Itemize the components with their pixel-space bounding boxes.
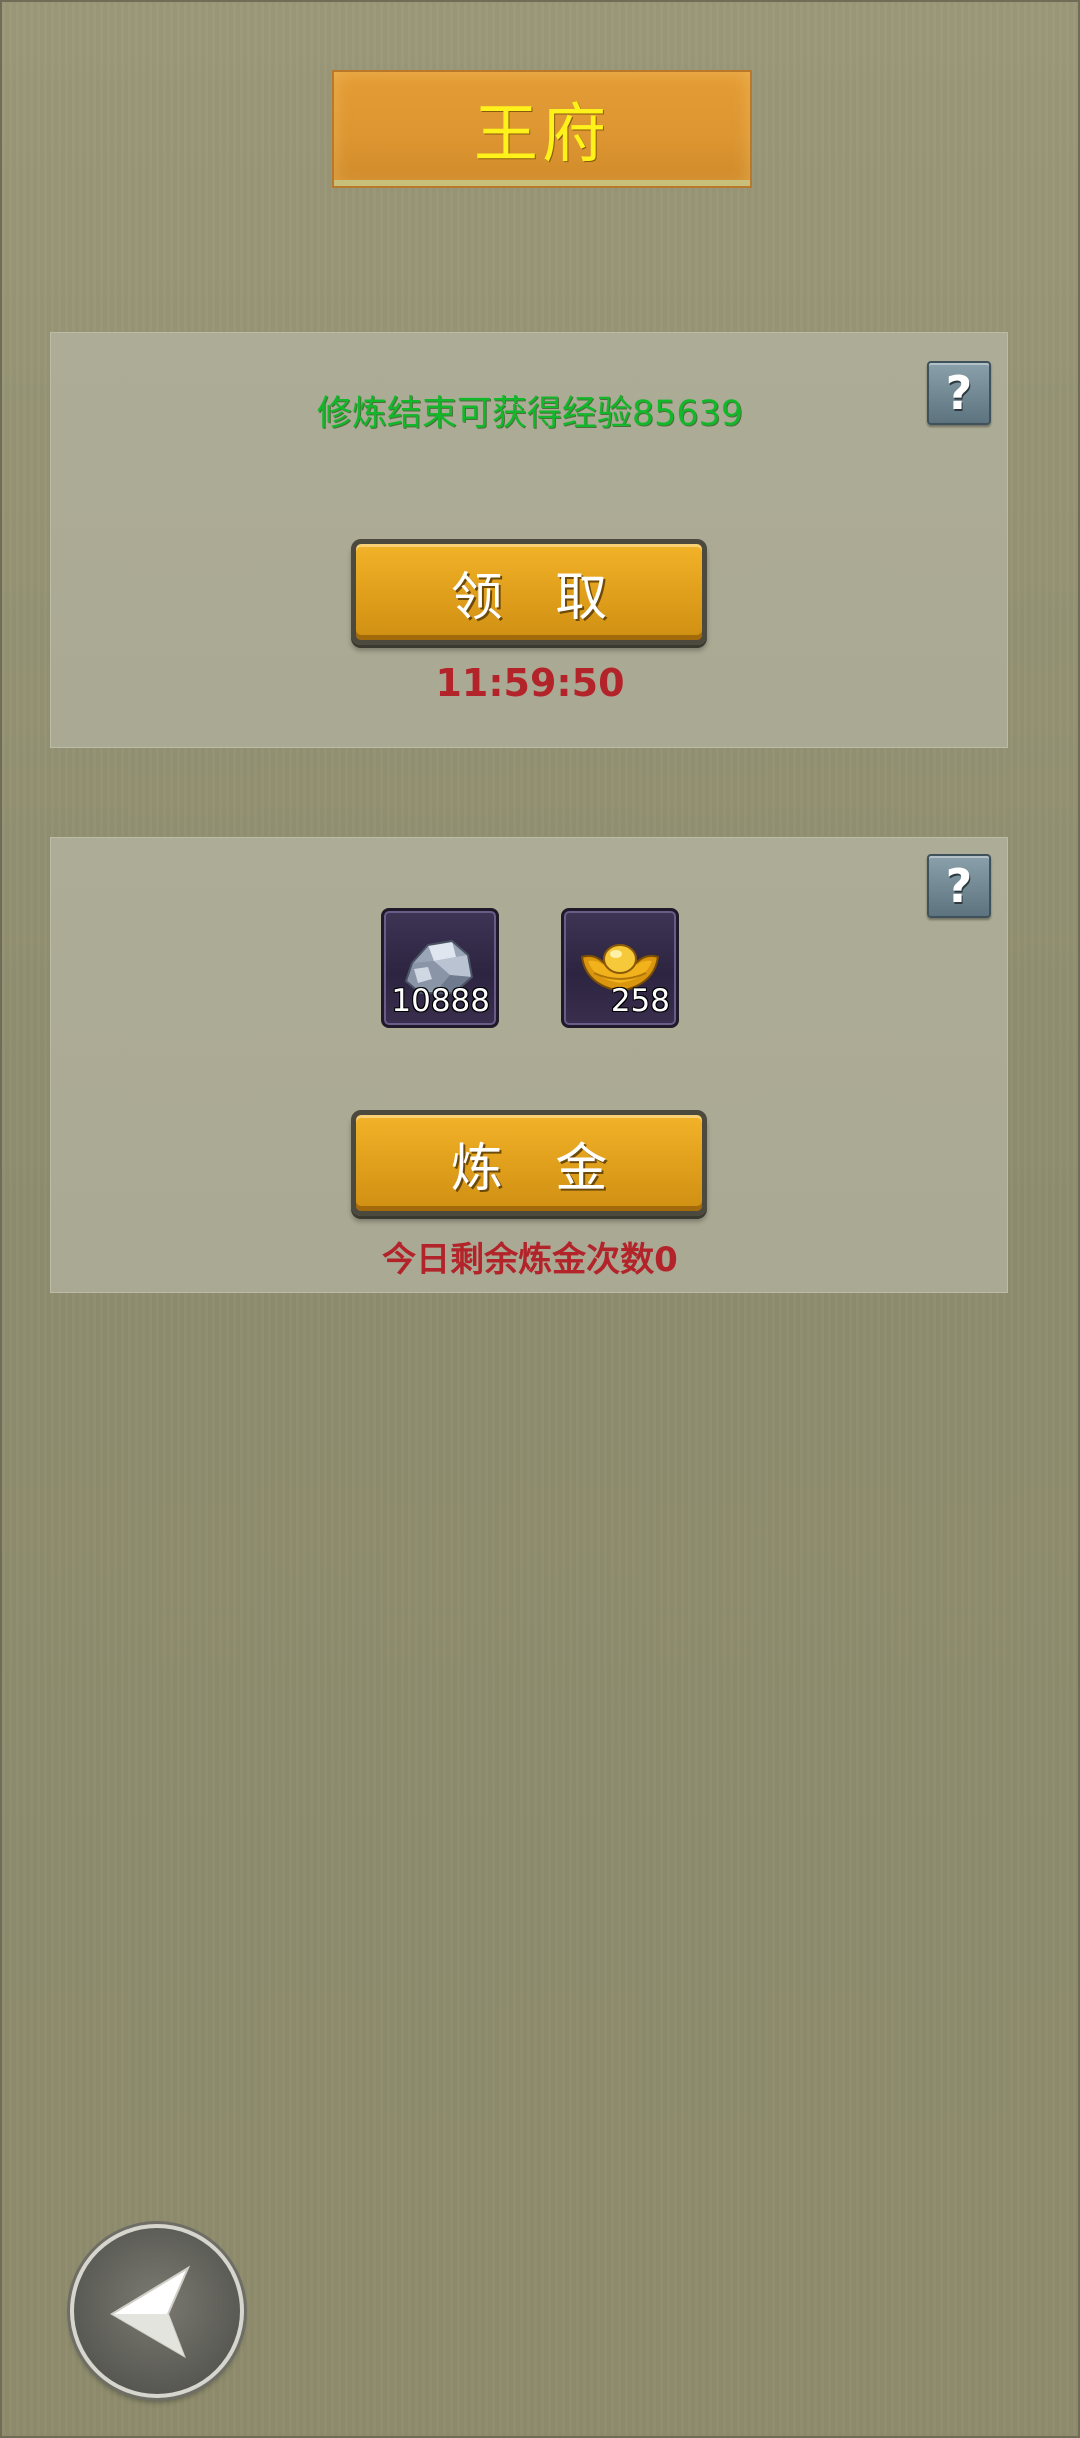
- question-icon[interactable]: ?: [927, 854, 991, 918]
- item-slot-gold[interactable]: 258: [561, 908, 679, 1028]
- page-title: 王府: [474, 98, 610, 172]
- countdown-timer: 11:59:50: [435, 661, 625, 705]
- remaining-alchemy-text: 今日剩余炼金次数0: [382, 1240, 678, 1280]
- back-arrow-icon: [110, 2265, 191, 2359]
- gold-count: 258: [610, 983, 670, 1019]
- alchemy-panel: ? 10888 258 炼 金 今日剩余炼金次数0: [50, 837, 1008, 1293]
- item-slot-silver[interactable]: 10888: [381, 908, 499, 1028]
- exp-reward-text: 修炼结束可获得经验85639: [316, 394, 744, 434]
- title-banner: 王府: [332, 70, 752, 188]
- alchemy-button[interactable]: 炼 金: [351, 1110, 707, 1216]
- cultivation-panel: ? 修炼结束可获得经验85639 领 取 11:59:50: [50, 332, 1008, 748]
- back-button[interactable]: [70, 2224, 244, 2398]
- game-screen: 王府 ? 修炼结束可获得经验85639 领 取 11:59:50 ? 10888: [0, 0, 1080, 2438]
- silver-count: 10888: [391, 983, 490, 1019]
- claim-button[interactable]: 领 取: [351, 539, 707, 645]
